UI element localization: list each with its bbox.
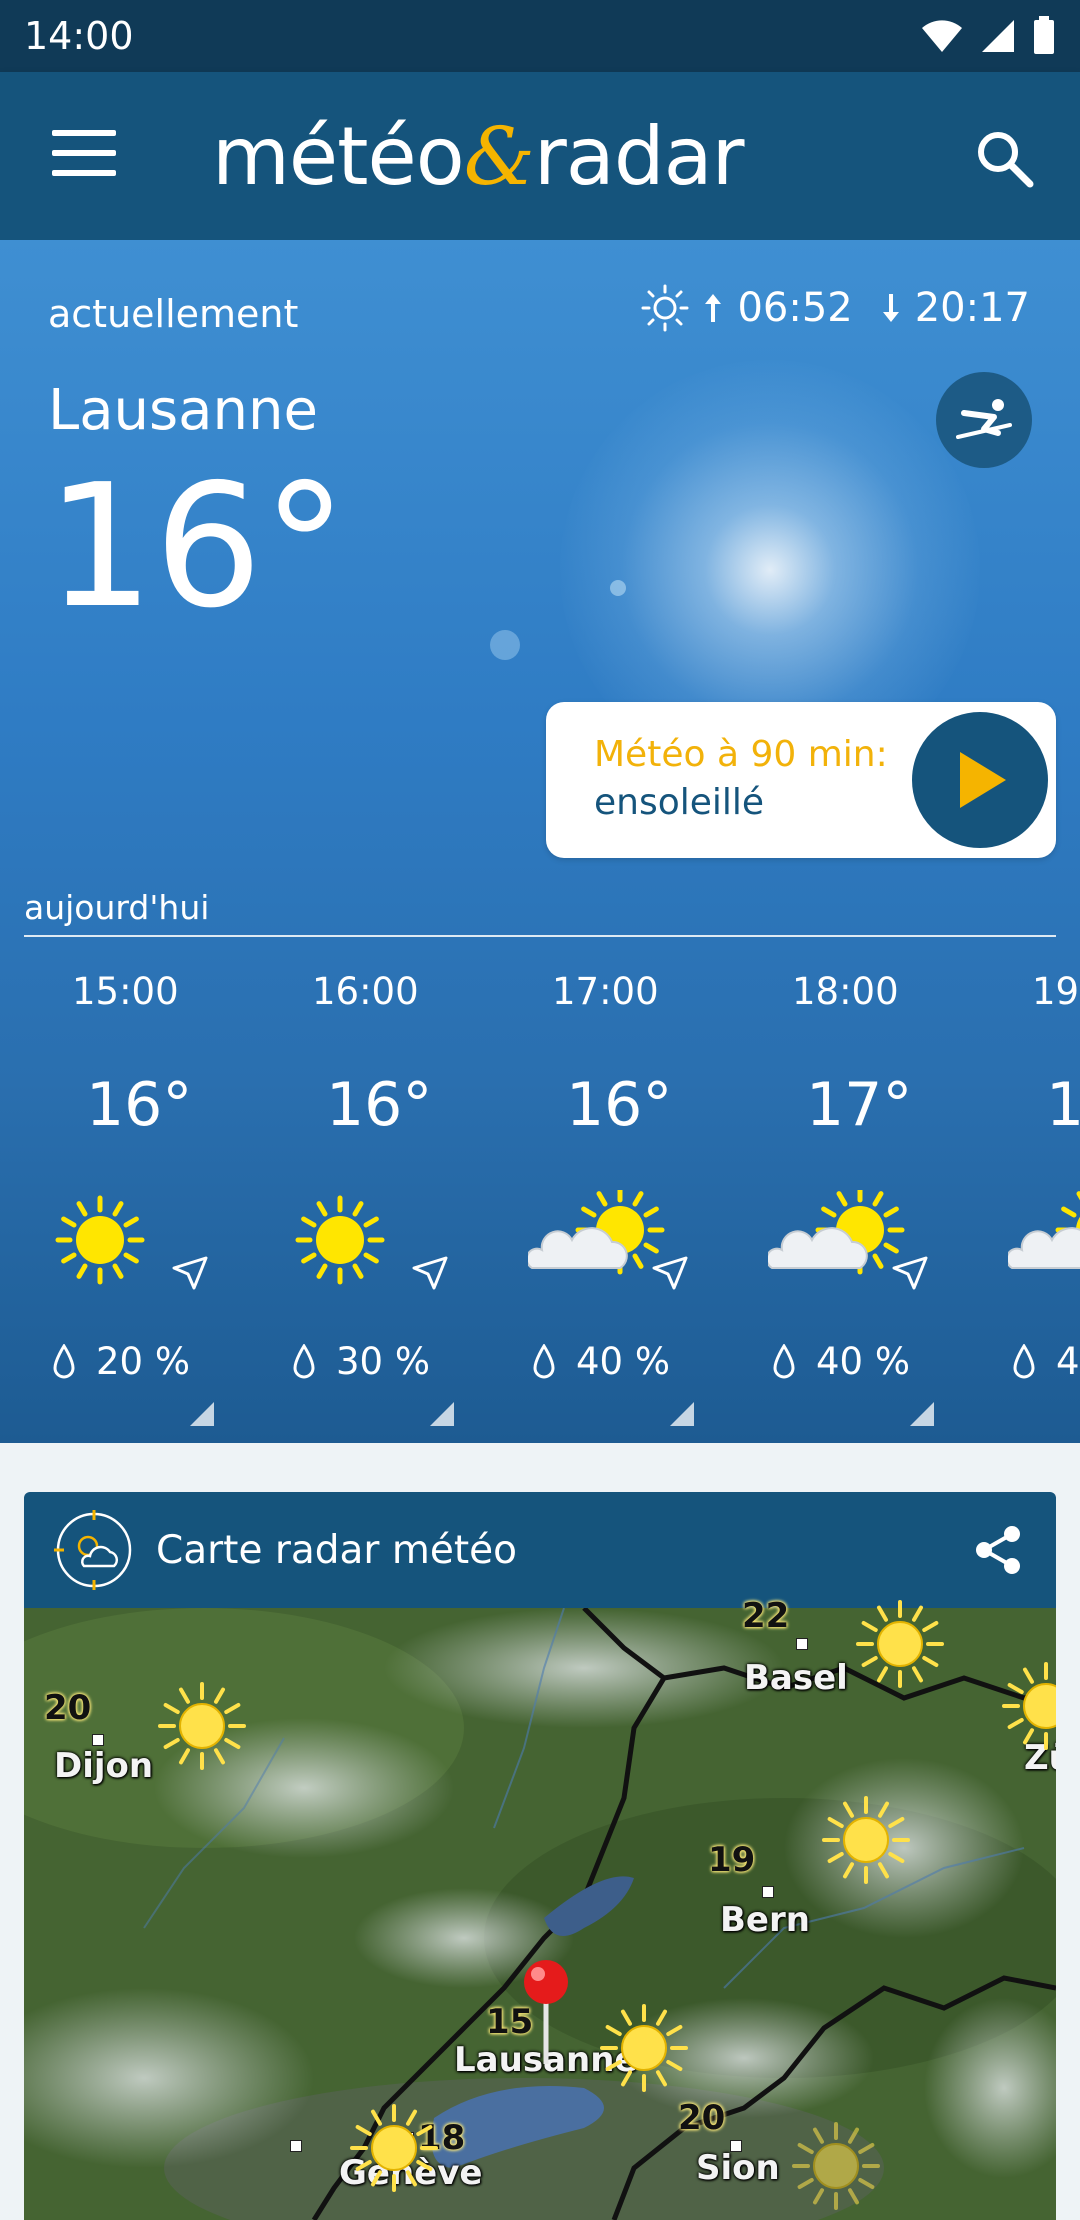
expand-corner-icon <box>430 1402 454 1426</box>
hour-temperature: 1 <box>1046 1070 1080 1140</box>
map-city-dot <box>762 1886 774 1898</box>
wind-direction-icon <box>172 1256 208 1290</box>
map-sun-icon <box>600 2004 688 2092</box>
map-city-dot <box>92 1734 104 1746</box>
skier-icon <box>956 399 1012 439</box>
current-label: actuellement <box>48 292 299 336</box>
rain-probability: 20 % <box>96 1340 190 1383</box>
status-time: 14:00 <box>24 14 134 58</box>
city-name: Lausanne <box>48 378 318 443</box>
expand-corner-icon <box>670 1402 694 1426</box>
map-city-dot <box>796 1638 808 1650</box>
map-city-label: Basel <box>744 1658 848 1698</box>
hour-rain: 40 % <box>772 1340 910 1383</box>
hour-time: 18:00 <box>792 970 899 1013</box>
hour-temperature: 17° <box>806 1070 913 1140</box>
drop-icon <box>293 1343 315 1378</box>
rain-probability: 30 % <box>336 1340 430 1383</box>
map-sun-icon <box>822 1796 910 1884</box>
hour-rain: 40 % <box>532 1340 670 1383</box>
current-temperature: 16° <box>46 448 348 646</box>
status-icons <box>920 16 1056 56</box>
hour-rain: 30 % <box>292 1340 430 1383</box>
hour-temperature: 16° <box>326 1070 433 1140</box>
radar-header: Carte radar météo <box>24 1492 1056 1608</box>
hour-time: 15:00 <box>72 970 179 1013</box>
drop-icon <box>773 1343 795 1378</box>
map-temperature: 20 <box>678 2098 726 2138</box>
hourly-forecast[interactable]: 15:00 16° 20 % 16:00 16° 30 % 17:00 16° 40 % 18:0… <box>0 970 1080 1440</box>
drop-icon <box>533 1343 555 1378</box>
hour-rain: 20 % <box>52 1340 190 1383</box>
battery-icon <box>1034 16 1054 54</box>
map-temperature: 20 <box>44 1688 92 1728</box>
status-bar: 14:00 <box>0 0 1080 72</box>
app-logo: météo&radar <box>212 110 745 203</box>
expand-corner-icon <box>910 1402 934 1426</box>
signal-icon <box>982 20 1014 52</box>
search-icon[interactable] <box>972 126 1036 190</box>
radar-card: Carte radar météo Basel Dijon Z Bern Sio… <box>24 1492 1056 2220</box>
sunset-time: 20:17 <box>914 285 1030 331</box>
wind-direction-icon <box>892 1256 928 1290</box>
hour-item[interactable]: 19: 1 4 <box>960 970 1080 1440</box>
rain-probability: 40 % <box>816 1340 910 1383</box>
hour-rain: 4 <box>1012 1340 1080 1383</box>
hour-item[interactable]: 18:00 17° 40 % <box>720 970 960 1440</box>
radar-map[interactable]: BaselDijonZüBernLausanneSionGenève222019… <box>24 1596 1056 2220</box>
menu-button[interactable] <box>52 130 116 182</box>
rain-probability: 4 <box>1056 1340 1080 1383</box>
map-sun-icon <box>158 1682 246 1770</box>
map-sun-icon <box>856 1600 944 1688</box>
play-button[interactable] <box>906 706 1054 854</box>
current-weather-panel: actuellement 06:52 20:17 Lausanne 16° Mé… <box>0 240 1080 1443</box>
drop-icon <box>1013 1343 1035 1378</box>
hour-time: 17:00 <box>552 970 659 1013</box>
map-city-label: Sion <box>696 2148 780 2188</box>
hour-temperature: 16° <box>86 1070 193 1140</box>
sun-times: 06:52 20:17 <box>641 284 1030 332</box>
menu-icon <box>52 130 116 136</box>
today-label: aujourd'hui <box>24 888 210 927</box>
hour-item[interactable]: 17:00 16° 40 % <box>480 970 720 1440</box>
map-city-label: Bern <box>720 1900 810 1940</box>
sunrise-arrow-icon <box>705 294 722 322</box>
play-icon <box>960 752 1006 808</box>
share-icon[interactable] <box>970 1522 1026 1578</box>
nowcast-condition: ensoleillé <box>594 782 765 823</box>
app-bar: météo&radar <box>0 72 1080 240</box>
hour-time: 16:00 <box>312 970 419 1013</box>
hour-temperature: 16° <box>566 1070 673 1140</box>
ski-button[interactable] <box>936 372 1032 468</box>
radar-weather-icon <box>54 1510 132 1590</box>
sunrise-time: 06:52 <box>737 285 853 331</box>
wind-direction-icon <box>652 1256 688 1290</box>
map-temperature: 19 <box>708 1840 756 1880</box>
nowcast-card[interactable]: Météo à 90 min: ensoleillé <box>546 702 1056 858</box>
map-sun-icon <box>350 2104 438 2192</box>
wifi-icon <box>922 20 962 52</box>
rain-probability: 40 % <box>576 1340 670 1383</box>
map-city-dot <box>290 2140 302 2152</box>
hour-item[interactable]: 15:00 16° 20 % <box>0 970 240 1440</box>
map-temperature: 22 <box>742 1596 790 1636</box>
radar-title: Carte radar météo <box>156 1528 517 1573</box>
wind-direction-icon <box>412 1256 448 1290</box>
map-city-label: Dijon <box>54 1746 154 1786</box>
expand-corner-icon <box>190 1402 214 1426</box>
sunset-arrow-icon <box>882 294 899 322</box>
partly-cloudy-icon <box>1008 1191 1080 1269</box>
location-pin-icon[interactable] <box>516 1958 576 2068</box>
nowcast-title: Météo à 90 min: <box>594 734 888 775</box>
hour-time: 19: <box>1032 970 1080 1013</box>
hour-item[interactable]: 16:00 16° 30 % <box>240 970 480 1440</box>
map-sun-icon <box>1002 1662 1056 1750</box>
today-divider <box>24 935 1056 937</box>
drop-icon <box>53 1343 75 1378</box>
sun-outline-icon <box>641 284 689 332</box>
map-sun-icon <box>792 2122 880 2210</box>
map-city-dot <box>730 2140 742 2152</box>
